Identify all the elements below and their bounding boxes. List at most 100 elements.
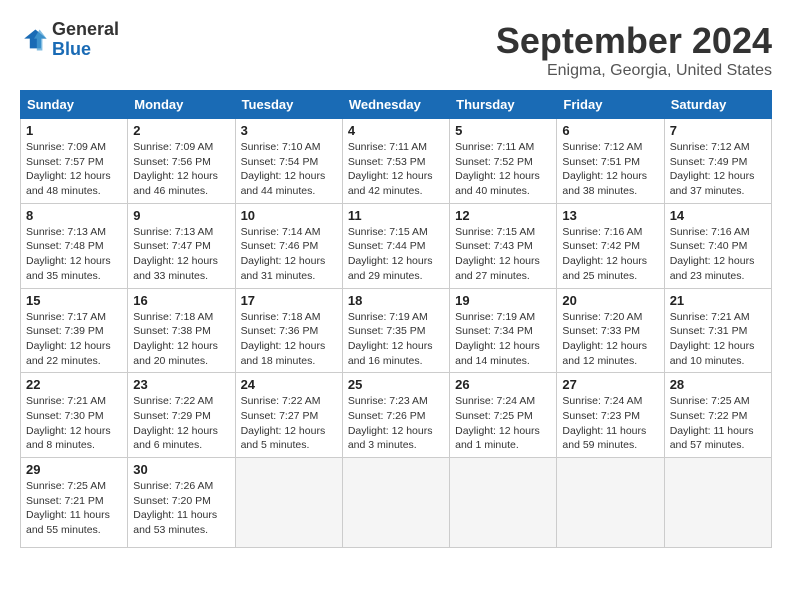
calendar-day-cell <box>235 458 342 548</box>
day-number: 9 <box>133 208 229 223</box>
day-info: Sunrise: 7:13 AM Sunset: 7:48 PM Dayligh… <box>26 225 122 284</box>
day-info: Sunrise: 7:12 AM Sunset: 7:49 PM Dayligh… <box>670 140 766 199</box>
day-info: Sunrise: 7:22 AM Sunset: 7:27 PM Dayligh… <box>241 394 337 453</box>
calendar-day-cell: 12 Sunrise: 7:15 AM Sunset: 7:43 PM Dayli… <box>450 203 557 288</box>
day-number: 3 <box>241 123 337 138</box>
calendar-day-cell: 19 Sunrise: 7:19 AM Sunset: 7:34 PM Dayli… <box>450 288 557 373</box>
calendar-day-cell: 21 Sunrise: 7:21 AM Sunset: 7:31 PM Dayli… <box>664 288 771 373</box>
day-of-week-header: Sunday <box>21 91 128 119</box>
day-number: 19 <box>455 293 551 308</box>
day-info: Sunrise: 7:15 AM Sunset: 7:43 PM Dayligh… <box>455 225 551 284</box>
calendar-day-cell: 23 Sunrise: 7:22 AM Sunset: 7:29 PM Dayli… <box>128 373 235 458</box>
calendar-day-cell: 1Sunrise: 7:09 AM Sunset: 7:57 PM Daylig… <box>21 119 128 204</box>
calendar-day-cell <box>450 458 557 548</box>
day-of-week-header: Wednesday <box>342 91 449 119</box>
calendar-day-cell: 6 Sunrise: 7:12 AM Sunset: 7:51 PM Daylig… <box>557 119 664 204</box>
calendar-day-cell: 22Sunrise: 7:21 AM Sunset: 7:30 PM Dayli… <box>21 373 128 458</box>
day-info: Sunrise: 7:11 AM Sunset: 7:53 PM Dayligh… <box>348 140 444 199</box>
day-number: 15 <box>26 293 122 308</box>
day-info: Sunrise: 7:21 AM Sunset: 7:31 PM Dayligh… <box>670 310 766 369</box>
day-of-week-header: Tuesday <box>235 91 342 119</box>
day-info: Sunrise: 7:25 AM Sunset: 7:22 PM Dayligh… <box>670 394 766 453</box>
day-info: Sunrise: 7:24 AM Sunset: 7:25 PM Dayligh… <box>455 394 551 453</box>
logo-icon <box>20 26 48 54</box>
day-info: Sunrise: 7:19 AM Sunset: 7:35 PM Dayligh… <box>348 310 444 369</box>
day-info: Sunrise: 7:18 AM Sunset: 7:36 PM Dayligh… <box>241 310 337 369</box>
day-of-week-header: Thursday <box>450 91 557 119</box>
calendar-day-cell: 24 Sunrise: 7:22 AM Sunset: 7:27 PM Dayli… <box>235 373 342 458</box>
day-info: Sunrise: 7:22 AM Sunset: 7:29 PM Dayligh… <box>133 394 229 453</box>
calendar-day-cell: 10 Sunrise: 7:14 AM Sunset: 7:46 PM Dayli… <box>235 203 342 288</box>
calendar-day-cell: 26Sunrise: 7:24 AM Sunset: 7:25 PM Dayli… <box>450 373 557 458</box>
day-number: 14 <box>670 208 766 223</box>
header: General Blue September 2024 Enigma, Geor… <box>20 20 772 80</box>
day-number: 25 <box>348 377 444 392</box>
day-info: Sunrise: 7:18 AM Sunset: 7:38 PM Dayligh… <box>133 310 229 369</box>
day-number: 24 <box>241 377 337 392</box>
day-number: 11 <box>348 208 444 223</box>
calendar-day-cell: 8Sunrise: 7:13 AM Sunset: 7:48 PM Daylig… <box>21 203 128 288</box>
day-number: 21 <box>670 293 766 308</box>
calendar-day-cell: 15 Sunrise: 7:17 AM Sunset: 7:39 PM Dayli… <box>21 288 128 373</box>
day-number: 23 <box>133 377 229 392</box>
day-number: 7 <box>670 123 766 138</box>
calendar-day-cell <box>664 458 771 548</box>
day-of-week-header: Monday <box>128 91 235 119</box>
calendar-day-cell <box>557 458 664 548</box>
day-of-week-header: Saturday <box>664 91 771 119</box>
day-number: 17 <box>241 293 337 308</box>
day-info: Sunrise: 7:11 AM Sunset: 7:52 PM Dayligh… <box>455 140 551 199</box>
calendar-day-cell: 4 Sunrise: 7:11 AM Sunset: 7:53 PM Daylig… <box>342 119 449 204</box>
calendar-day-cell: 7 Sunrise: 7:12 AM Sunset: 7:49 PM Daylig… <box>664 119 771 204</box>
calendar-day-cell: 30Sunrise: 7:26 AM Sunset: 7:20 PM Dayli… <box>128 458 235 548</box>
day-number: 4 <box>348 123 444 138</box>
calendar-day-cell: 3 Sunrise: 7:10 AM Sunset: 7:54 PM Daylig… <box>235 119 342 204</box>
calendar-day-cell: 27 Sunrise: 7:24 AM Sunset: 7:23 PM Dayli… <box>557 373 664 458</box>
calendar-day-cell: 13 Sunrise: 7:16 AM Sunset: 7:42 PM Dayli… <box>557 203 664 288</box>
calendar-day-cell: 29 Sunrise: 7:25 AM Sunset: 7:21 PM Dayli… <box>21 458 128 548</box>
day-info: Sunrise: 7:09 AM Sunset: 7:57 PM Dayligh… <box>26 140 122 199</box>
day-number: 29 <box>26 462 122 477</box>
day-info: Sunrise: 7:21 AM Sunset: 7:30 PM Dayligh… <box>26 394 122 453</box>
logo: General Blue <box>20 20 119 60</box>
month-title: September 2024 <box>496 20 772 62</box>
day-number: 6 <box>562 123 658 138</box>
day-info: Sunrise: 7:14 AM Sunset: 7:46 PM Dayligh… <box>241 225 337 284</box>
day-info: Sunrise: 7:20 AM Sunset: 7:33 PM Dayligh… <box>562 310 658 369</box>
day-info: Sunrise: 7:19 AM Sunset: 7:34 PM Dayligh… <box>455 310 551 369</box>
logo-line1: General <box>52 20 119 40</box>
day-number: 27 <box>562 377 658 392</box>
calendar-week-row: 29 Sunrise: 7:25 AM Sunset: 7:21 PM Dayli… <box>21 458 772 548</box>
day-info: Sunrise: 7:26 AM Sunset: 7:20 PM Dayligh… <box>133 479 229 538</box>
calendar-day-cell: 18 Sunrise: 7:19 AM Sunset: 7:35 PM Dayli… <box>342 288 449 373</box>
day-info: Sunrise: 7:12 AM Sunset: 7:51 PM Dayligh… <box>562 140 658 199</box>
calendar-day-cell: 16 Sunrise: 7:18 AM Sunset: 7:38 PM Dayli… <box>128 288 235 373</box>
day-info: Sunrise: 7:25 AM Sunset: 7:21 PM Dayligh… <box>26 479 122 538</box>
calendar-day-cell: 9Sunrise: 7:13 AM Sunset: 7:47 PM Daylig… <box>128 203 235 288</box>
day-number: 2 <box>133 123 229 138</box>
title-area: September 2024 Enigma, Georgia, United S… <box>496 20 772 80</box>
day-number: 13 <box>562 208 658 223</box>
day-info: Sunrise: 7:16 AM Sunset: 7:42 PM Dayligh… <box>562 225 658 284</box>
calendar-body: 1Sunrise: 7:09 AM Sunset: 7:57 PM Daylig… <box>21 119 772 548</box>
day-info: Sunrise: 7:16 AM Sunset: 7:40 PM Dayligh… <box>670 225 766 284</box>
day-number: 18 <box>348 293 444 308</box>
calendar-week-row: 15 Sunrise: 7:17 AM Sunset: 7:39 PM Dayli… <box>21 288 772 373</box>
calendar-day-cell: 14 Sunrise: 7:16 AM Sunset: 7:40 PM Dayli… <box>664 203 771 288</box>
calendar-table: SundayMondayTuesdayWednesdayThursdayFrid… <box>20 90 772 548</box>
calendar-day-cell <box>342 458 449 548</box>
day-number: 12 <box>455 208 551 223</box>
calendar-week-row: 1Sunrise: 7:09 AM Sunset: 7:57 PM Daylig… <box>21 119 772 204</box>
calendar-day-cell: 5Sunrise: 7:11 AM Sunset: 7:52 PM Daylig… <box>450 119 557 204</box>
calendar-day-cell: 28Sunrise: 7:25 AM Sunset: 7:22 PM Dayli… <box>664 373 771 458</box>
day-info: Sunrise: 7:10 AM Sunset: 7:54 PM Dayligh… <box>241 140 337 199</box>
calendar-day-cell: 25Sunrise: 7:23 AM Sunset: 7:26 PM Dayli… <box>342 373 449 458</box>
day-number: 10 <box>241 208 337 223</box>
calendar-day-cell: 11Sunrise: 7:15 AM Sunset: 7:44 PM Dayli… <box>342 203 449 288</box>
day-info: Sunrise: 7:17 AM Sunset: 7:39 PM Dayligh… <box>26 310 122 369</box>
day-info: Sunrise: 7:09 AM Sunset: 7:56 PM Dayligh… <box>133 140 229 199</box>
day-number: 16 <box>133 293 229 308</box>
location-title: Enigma, Georgia, United States <box>496 62 772 80</box>
calendar-week-row: 8Sunrise: 7:13 AM Sunset: 7:48 PM Daylig… <box>21 203 772 288</box>
day-info: Sunrise: 7:24 AM Sunset: 7:23 PM Dayligh… <box>562 394 658 453</box>
